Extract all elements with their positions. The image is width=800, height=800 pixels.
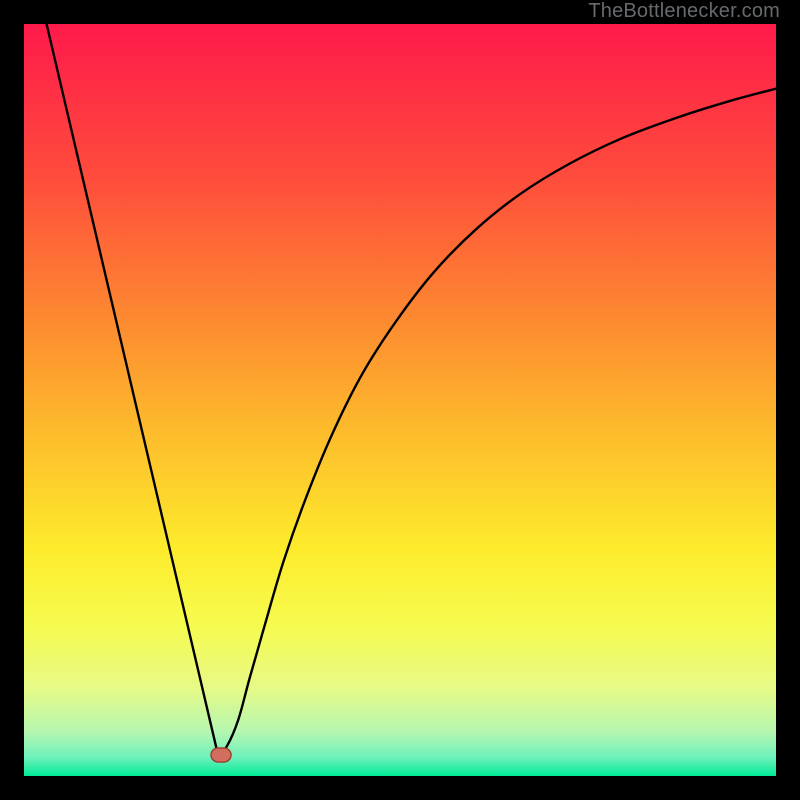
chart-svg — [24, 24, 776, 776]
plot-area — [24, 24, 776, 776]
chart-frame: TheBottlenecker.com — [0, 0, 800, 800]
minimum-marker — [211, 748, 231, 762]
gradient-background — [24, 24, 776, 776]
attribution-text: TheBottlenecker.com — [588, 0, 780, 23]
